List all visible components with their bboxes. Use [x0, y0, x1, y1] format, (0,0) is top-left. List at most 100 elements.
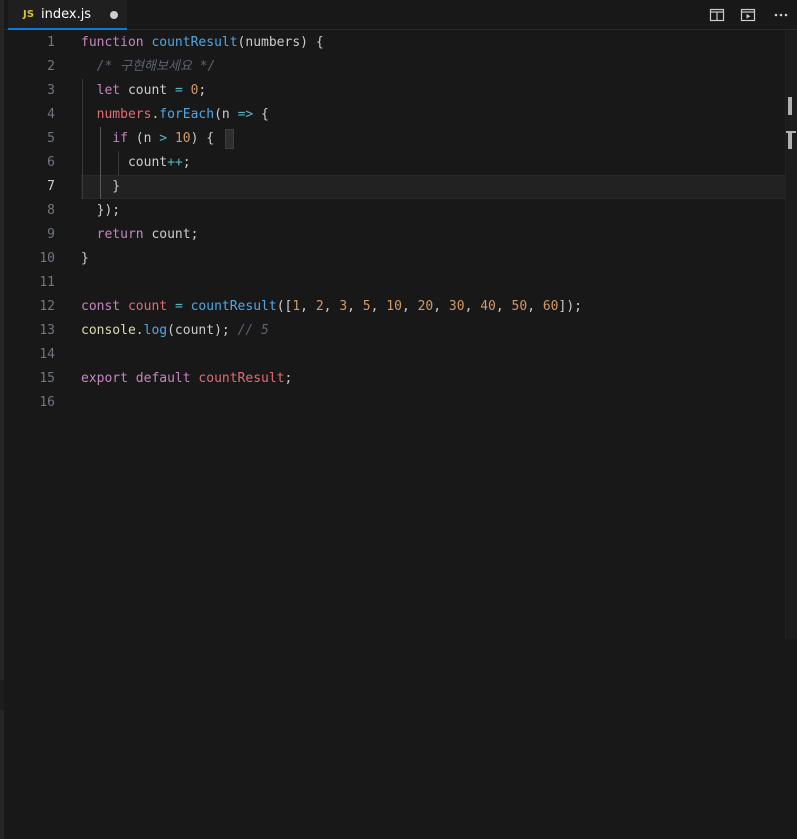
line-number: 13: [39, 323, 55, 338]
code-editor[interactable]: 1 2 3 4 5 6 7 8 9 10 11 12 13 14 15 16 function countRe…: [4, 31, 797, 839]
line-number: 11: [39, 275, 55, 290]
code-token: ,: [433, 299, 449, 314]
vertical-scrollbar[interactable]: [785, 31, 797, 639]
open-preview-button[interactable]: [737, 5, 759, 25]
code-token: count: [120, 83, 175, 98]
line-number: 1: [47, 35, 55, 50]
code-line[interactable]: if (n > 10) {: [81, 127, 214, 151]
line-number: 7: [47, 179, 55, 194]
code-token: 1: [292, 299, 301, 314]
line-number: 12: [39, 299, 55, 314]
code-token: ;: [198, 83, 207, 98]
code-line[interactable]: });: [81, 199, 121, 223]
code-token: 5: [362, 299, 371, 314]
code-token: ,: [370, 299, 387, 314]
code-token: ([: [276, 299, 293, 314]
more-actions-button[interactable]: [770, 5, 792, 25]
code-token: if: [112, 131, 128, 146]
code-token: ) {: [190, 131, 215, 146]
overview-ruler-mark: [788, 97, 792, 115]
code-token: ++: [167, 155, 183, 170]
code-token: .: [135, 323, 144, 338]
code-token: }: [81, 179, 121, 194]
code-token: (n: [214, 107, 238, 122]
javascript-file-icon: JS: [23, 9, 35, 20]
code-token: countResult: [190, 299, 277, 314]
code-token: 50: [511, 299, 528, 314]
code-line[interactable]: function countResult(numbers) {: [81, 31, 324, 55]
code-token: count;: [143, 227, 199, 242]
code-token: return: [96, 227, 144, 242]
code-token: ;: [284, 371, 293, 386]
code-token: =: [174, 83, 183, 98]
code-token: forEach: [159, 107, 215, 122]
line-number: 10: [39, 251, 55, 266]
line-number: 14: [39, 347, 55, 362]
code-line[interactable]: let count = 0;: [81, 79, 207, 103]
code-token: >: [159, 131, 168, 146]
open-preview-icon: [740, 8, 756, 22]
code-token: countResult: [151, 35, 238, 50]
code-token: }: [81, 251, 89, 266]
code-token: let: [96, 83, 121, 98]
split-editor-button[interactable]: [706, 5, 728, 25]
code-token: 30: [448, 299, 465, 314]
code-token: function: [81, 35, 144, 50]
code-line[interactable]: console.log(count); // 5: [81, 319, 269, 343]
code-token: ;: [182, 155, 191, 170]
line-number: 2: [47, 59, 55, 74]
code-token: ,: [464, 299, 481, 314]
code-line[interactable]: }: [81, 175, 120, 199]
code-token: 20: [417, 299, 434, 314]
code-line[interactable]: export default countResult;: [81, 367, 292, 391]
code-token: ]);: [558, 299, 582, 314]
code-token: 10: [386, 299, 402, 314]
code-line[interactable]: const count = countResult([1, 2, 3, 5, 1…: [81, 295, 582, 319]
line-number: 15: [39, 371, 55, 386]
line-number: 5: [47, 131, 55, 146]
line-number: 6: [47, 155, 55, 170]
code-token: });: [81, 203, 121, 218]
bracket-match-highlight: [225, 129, 234, 149]
line-number: 4: [47, 107, 55, 122]
code-line[interactable]: /* 구현해보세요 */: [81, 55, 216, 79]
code-token: 2: [315, 299, 324, 314]
code-line[interactable]: count++;: [81, 151, 191, 175]
code-line[interactable]: return count;: [81, 223, 199, 247]
code-token: ,: [323, 299, 340, 314]
code-token: =: [174, 299, 183, 314]
line-number: 3: [47, 83, 55, 98]
current-line-highlight: [81, 175, 797, 199]
code-token: const: [81, 299, 121, 314]
code-token: ,: [527, 299, 543, 314]
active-tab-indicator: [8, 28, 127, 30]
code-token: default: [135, 371, 191, 386]
code-token: /* 구현해보세요 */: [96, 59, 216, 74]
tab-filename: index.js: [41, 7, 92, 22]
code-token: count: [127, 299, 168, 314]
code-token: {: [253, 107, 269, 122]
code-line[interactable]: numbers.forEach(n => {: [81, 103, 269, 127]
tab-index-js[interactable]: JS index.js: [8, 0, 127, 30]
unsaved-changes-dot-icon[interactable]: [110, 11, 118, 19]
split-editor-icon: [709, 8, 725, 22]
code-token: ,: [401, 299, 418, 314]
editor-tab-bar: JS index.js: [4, 0, 797, 30]
line-number: 16: [39, 395, 55, 410]
code-token: ,: [495, 299, 512, 314]
code-token: (count);: [167, 323, 238, 338]
code-token: export: [81, 371, 128, 386]
code-token: (numbers) {: [237, 35, 324, 50]
code-token: count: [81, 155, 168, 170]
line-number: 8: [47, 203, 55, 218]
code-token: 3: [339, 299, 348, 314]
code-line[interactable]: }: [81, 247, 89, 271]
